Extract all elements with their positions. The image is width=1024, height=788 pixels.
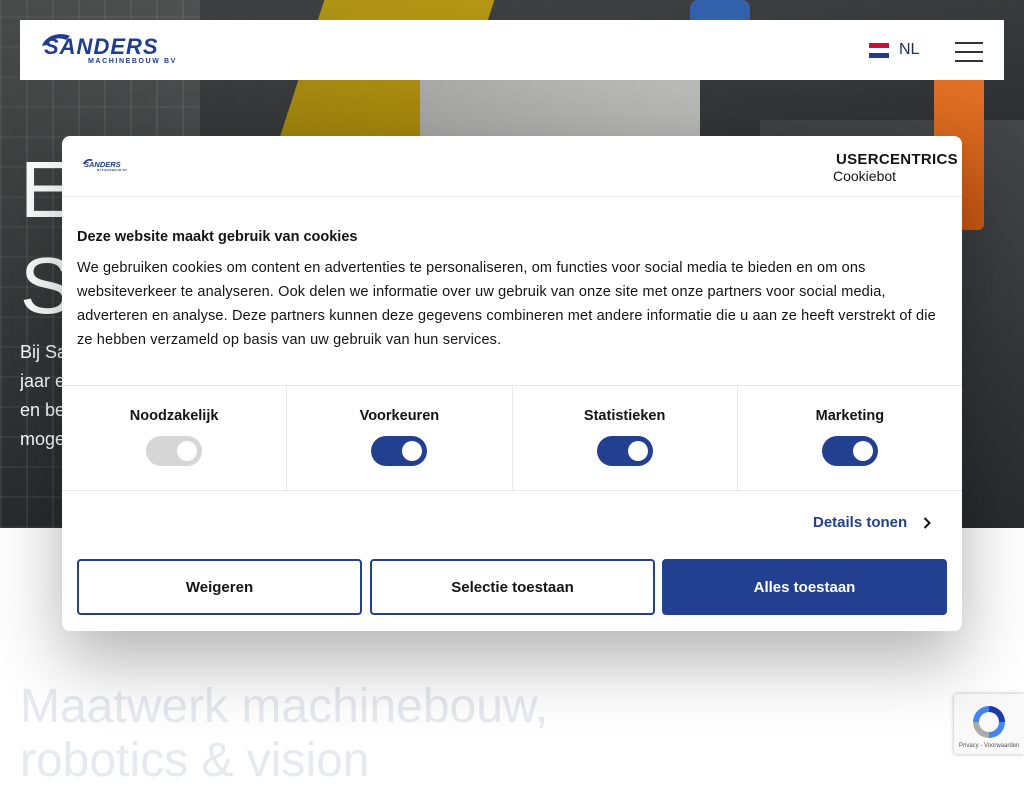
dialog-sanders-logo: SANDERS MACHINEBOUW BV [82, 158, 128, 172]
cookie-consent-dialog: SANDERS MACHINEBOUW BV USERCENTRICS Cook… [62, 136, 962, 631]
category-label: Voorkeuren [359, 408, 440, 424]
category-preferences: Voorkeuren [287, 386, 513, 490]
category-marketing: Marketing [738, 386, 962, 490]
toggle-statistics[interactable] [596, 436, 653, 466]
show-details-link[interactable]: Details tonen [813, 514, 932, 531]
cookie-dialog-header: SANDERS MACHINEBOUW BV USERCENTRICS Cook… [62, 136, 962, 197]
category-label: Statistieken [583, 408, 666, 424]
svg-text:SANDERS: SANDERS [84, 160, 121, 169]
cookiebot-product-name: Cookiebot [833, 168, 897, 184]
toggle-necessary [146, 436, 203, 466]
usercentrics-brand-name: USERCENTRICS [836, 151, 958, 168]
toggle-marketing[interactable] [821, 436, 878, 466]
cookie-dialog-body: Deze website maakt gebruik van cookies W… [77, 229, 942, 352]
category-necessary: Noodzakelijk [62, 386, 288, 490]
category-label: Marketing [815, 408, 885, 424]
category-statistics: Statistieken [513, 386, 738, 490]
deny-button[interactable]: Weigeren [77, 559, 362, 615]
allow-selection-button[interactable]: Selectie toestaan [370, 559, 655, 615]
cookie-dialog-description: We gebruiken cookies om content en adver… [77, 260, 936, 348]
svg-text:MACHINEBOUW BV: MACHINEBOUW BV [97, 168, 127, 172]
cookie-categories: Noodzakelijk Voorkeuren Statistieken Mar… [62, 385, 962, 491]
show-details-label: Details tonen [813, 514, 908, 531]
category-label: Noodzakelijk [129, 408, 219, 424]
allow-all-button[interactable]: Alles toestaan [662, 559, 947, 615]
usercentrics-cookiebot-brand[interactable]: USERCENTRICS Cookiebot [833, 151, 958, 184]
cookie-dialog-title: Deze website maakt gebruik van cookies [77, 229, 358, 245]
dialog-logo-graphic: SANDERS MACHINEBOUW BV [83, 159, 127, 172]
toggle-preferences[interactable] [371, 436, 428, 466]
chevron-right-icon [923, 516, 932, 529]
